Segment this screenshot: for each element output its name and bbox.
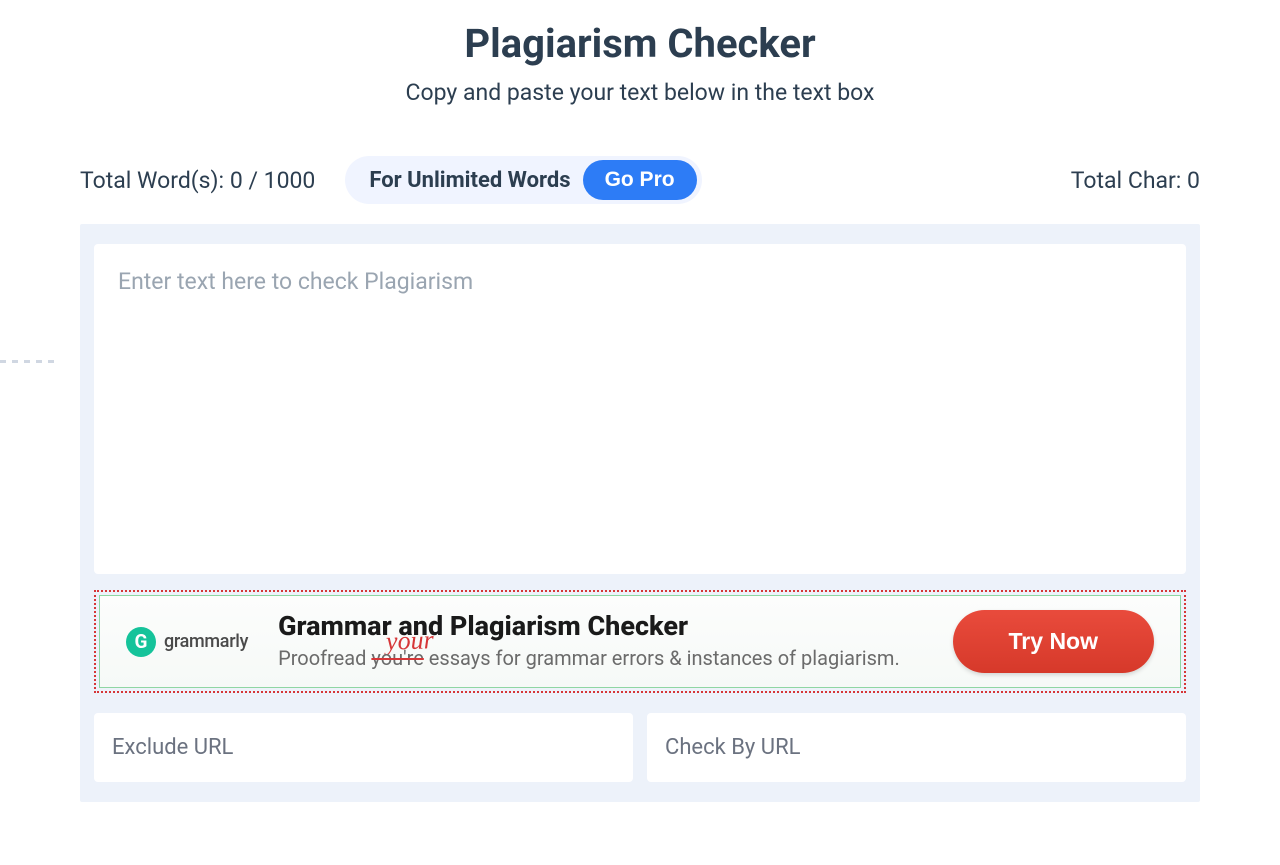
- page-header: Plagiarism Checker Copy and paste your t…: [80, 20, 1200, 106]
- url-inputs-row: [94, 713, 1186, 782]
- go-pro-button[interactable]: Go Pro: [583, 160, 697, 200]
- page-title: Plagiarism Checker: [80, 20, 1200, 67]
- grammarly-ad-banner[interactable]: G grammarly Grammar and Plagiarism Check…: [99, 595, 1181, 688]
- ad-title: Grammar and Plagiarism Checker: [278, 610, 922, 642]
- ad-body: your Proofread you're essays for grammar…: [278, 644, 922, 673]
- plagiarism-text-input[interactable]: [94, 244, 1186, 574]
- decorative-dots: [0, 360, 54, 363]
- word-count-label: Total Word(s): 0 / 1000: [80, 167, 315, 194]
- grammarly-logo-icon: G: [126, 627, 156, 657]
- char-count-label: Total Char: 0: [1071, 167, 1200, 194]
- ad-body-strike: you're: [371, 646, 423, 670]
- check-by-url-input[interactable]: [647, 713, 1186, 782]
- ad-body-prefix: Proofread: [278, 646, 371, 670]
- grammarly-brand: G grammarly: [126, 627, 248, 657]
- stats-row: Total Word(s): 0 / 1000 For Unlimited Wo…: [80, 156, 1200, 204]
- page-subtitle: Copy and paste your text below in the te…: [80, 79, 1200, 106]
- unlimited-words-pill: For Unlimited Words Go Pro: [345, 156, 701, 204]
- ad-body-suffix: essays for grammar errors & instances of…: [424, 646, 900, 670]
- exclude-url-input[interactable]: [94, 713, 633, 782]
- unlimited-words-text: For Unlimited Words: [369, 168, 570, 193]
- editor-area: G grammarly Grammar and Plagiarism Check…: [80, 224, 1200, 802]
- try-now-button[interactable]: Try Now: [953, 610, 1154, 673]
- ad-copy: Grammar and Plagiarism Checker your Proo…: [278, 610, 922, 673]
- grammarly-brand-name: grammarly: [164, 631, 248, 652]
- ad-container: G grammarly Grammar and Plagiarism Check…: [94, 590, 1186, 693]
